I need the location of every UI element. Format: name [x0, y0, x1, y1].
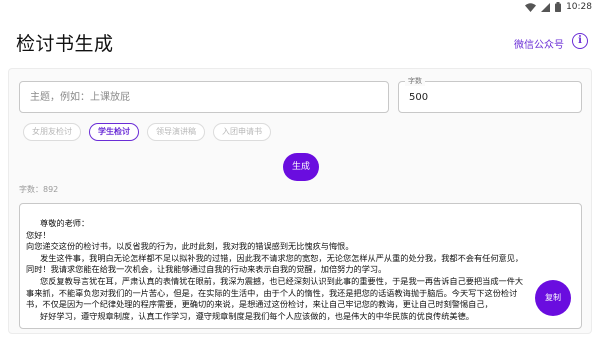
template-chips: 女朋友检讨 学生检讨 领导演讲稿 入团申请书 — [23, 123, 271, 141]
output-line: 书，不仅是因为一个纪律处理的程序需要，更确切的来说，是想通过这份检讨，来让自己牢… — [26, 299, 493, 310]
output-line: 发生这件事，我明白无论怎样都不足以拟补我的过错，因此我不请求您的宽恕，无论您怎样… — [40, 252, 524, 263]
output-greeting: 您好！ — [26, 229, 51, 240]
page-title: 检讨书生成 — [16, 33, 114, 55]
chip-leader-speech[interactable]: 领导演讲稿 — [147, 123, 205, 141]
theme-input[interactable] — [20, 82, 388, 112]
status-time: 10:28 — [566, 2, 592, 12]
output-textarea[interactable]: 尊敬的老师： 您好！ 向您递交这份的检讨书，以反省我的行为，此时此刻，我对我的错… — [19, 203, 582, 329]
char-count: 字数：892 — [19, 185, 59, 194]
output-line: 同时！我请求您能在给我一次机会，让我能够通过自我的行动来表示自我的觉醒，加倍努力… — [26, 264, 387, 275]
word-count-value[interactable]: 500 — [409, 92, 428, 103]
output-line: 好好学习，遵守规章制度，认真工作学习，遵守规章制度是我们每个人应该做的，也是伟大… — [40, 310, 474, 321]
main-panel: 字数 500 女朋友检讨 学生检讨 领导演讲稿 入团申请书 生成 字数：892 … — [8, 68, 592, 334]
output-text: 尊敬的老师： 您好！ 向您递交这份的检讨书，以反省我的行为，此时此刻，我对我的错… — [26, 218, 575, 322]
wechat-account-link[interactable]: 微信公众号 — [514, 36, 564, 51]
wifi-icon — [525, 2, 537, 12]
chip-student-apology[interactable]: 学生检讨 — [89, 123, 139, 141]
status-icons: 10:28 — [525, 2, 592, 12]
chip-girlfriend-apology[interactable]: 女朋友检讨 — [23, 123, 81, 141]
status-bar: 10:28 — [0, 0, 600, 16]
generate-button[interactable]: 生成 — [283, 153, 319, 181]
output-salutation: 尊敬的老师： — [40, 218, 90, 228]
word-count-label: 字数 — [405, 76, 425, 86]
copy-button[interactable]: 复制 — [535, 280, 571, 316]
battery-icon — [555, 2, 562, 12]
output-line: 向您递交这份的检讨书，以反省我的行为，此时此刻，我对我的错误感到无比愧疚与悔恨。 — [26, 241, 354, 252]
word-count-field[interactable]: 字数 500 — [398, 76, 582, 113]
cell-signal-icon — [541, 2, 551, 12]
app-bar: 检讨书生成 微信公众号 i — [0, 16, 600, 66]
theme-field[interactable] — [19, 81, 389, 113]
output-line: 事来抓，不能辜负您对我们的一片苦心，但是，在实际的生活中，由于个人的惰性，我还是… — [26, 287, 518, 298]
output-line: 您反复教导言犹在耳，严肃认真的表情犹在眼前，我深为震撼，也已经深刻认识到此事的重… — [40, 275, 524, 286]
chip-league-application[interactable]: 入团申请书 — [213, 123, 271, 141]
info-icon[interactable]: i — [572, 33, 588, 49]
